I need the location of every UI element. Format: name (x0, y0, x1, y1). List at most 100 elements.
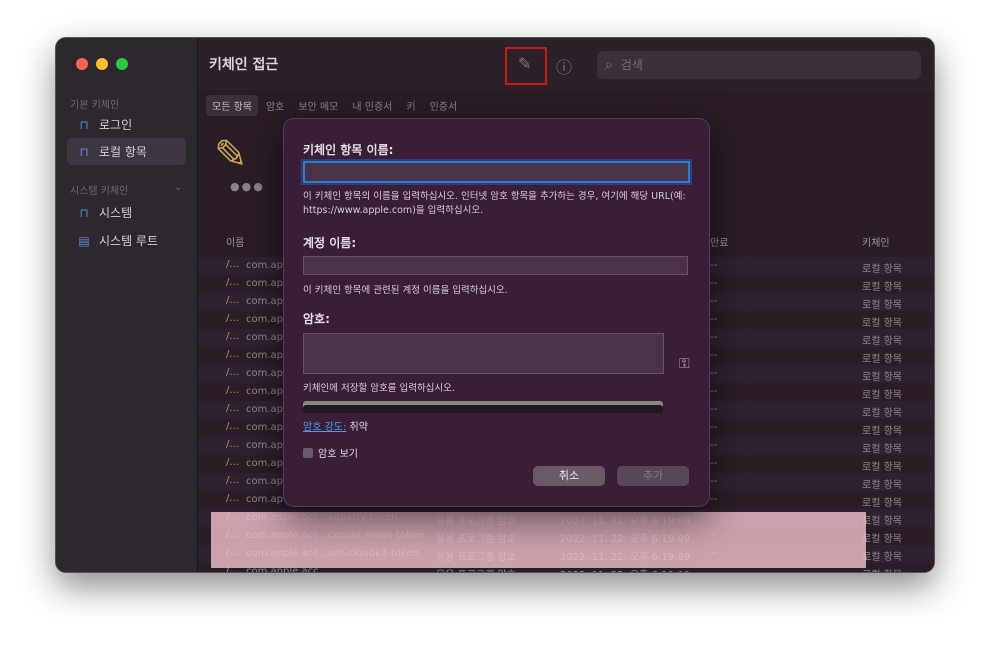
row-keychain: 로컬 항목 (862, 282, 902, 293)
tab-my-certificates[interactable]: 내 인증서 (346, 95, 398, 116)
row-keychain: 로컬 항목 (862, 264, 902, 275)
tab-passwords[interactable]: 암호 (260, 95, 290, 116)
row-expires: -- (710, 314, 718, 325)
row-expires: -- (710, 422, 718, 433)
row-name: com.ap (246, 422, 284, 433)
cabinet-icon: ▤ (78, 233, 90, 248)
item-name-help: 이 키체인 항목의 이름을 입력하십시오. 인터넷 암호 항목을 추가하는 경우… (303, 191, 686, 216)
category-tabs: 모든 항목 암호 보안 메모 내 인증서 키 인증서 (206, 95, 463, 116)
password-input[interactable] (304, 334, 663, 373)
column-keychain[interactable]: 키체인 (862, 234, 890, 249)
row-name: com.ap (246, 314, 284, 325)
column-expires[interactable]: 만료 (710, 234, 728, 249)
pencil-icon: /... (226, 331, 239, 342)
lock-open-icon: ⊓ (79, 144, 89, 159)
row-name: com.ap (246, 350, 284, 361)
chevron-down-icon[interactable]: ⌄ (174, 182, 182, 193)
account-input[interactable] (304, 259, 687, 277)
row-name: com.ap (246, 368, 284, 379)
row-name: com.ap (246, 440, 284, 451)
row-expires: -- (710, 494, 718, 505)
item-name-field[interactable] (303, 161, 690, 183)
row-name: com.ap (246, 404, 284, 415)
column-name[interactable]: 이름 (226, 234, 244, 249)
new-password-dialog: 키체인 항목 이름: 이 키체인 항목의 이름을 입력하십시오. 인터넷 암호 … (283, 118, 710, 507)
tab-all-items[interactable]: 모든 항목 (206, 95, 258, 116)
row-expires: -- (710, 332, 718, 343)
row-keychain: 로컬 항목 (862, 426, 902, 437)
row-keychain: 로컬 항목 (862, 318, 902, 329)
pencil-icon: /... (226, 403, 239, 414)
sidebar-item-label: 로컬 항목 (99, 145, 147, 159)
row-expires: -- (710, 296, 718, 307)
row-keychain: 로컬 항목 (862, 498, 902, 509)
sidebar-item-login[interactable]: ⊓ 로그인 (67, 111, 186, 138)
pencil-icon: /... (226, 349, 239, 360)
row-keychain: 로컬 항목 (862, 354, 902, 365)
row-expires: -- (710, 458, 718, 469)
checkbox-icon[interactable] (303, 447, 313, 458)
row-expires: -- (710, 350, 718, 361)
show-password-label: 암호 보기 (318, 449, 358, 460)
account-field[interactable] (303, 256, 688, 277)
row-name: com.ap (246, 260, 284, 271)
search-field[interactable]: ⌕ (597, 51, 921, 79)
sidebar-item-system-roots[interactable]: ▤ 시스템 루트 (67, 227, 186, 254)
pencil-icon: /... (226, 313, 239, 324)
toolbar: 키체인 접근 ✎ ⓘ ⌕ (198, 38, 934, 90)
pencil-icon: /... (226, 385, 239, 396)
sidebar-item-label: 시스템 루트 (99, 234, 159, 248)
password-strength: 암호 강도: 취약 (303, 418, 368, 433)
password-label: 암호: (303, 312, 330, 326)
sidebar-item-system[interactable]: ⊓ 시스템 (67, 199, 186, 226)
strength-value: 취약 (349, 422, 368, 433)
row-keychain: 로컬 항목 (862, 444, 902, 455)
zoom-button[interactable] (116, 58, 128, 70)
password-field[interactable] (303, 333, 664, 374)
sidebar-item-label: 로그인 (99, 118, 133, 132)
sidebar: 기본 키체인 ⊓ 로그인 ⊓ 로컬 항목 시스템 키체인 ⌄ ⊓ 시스템 ▤ 시… (56, 38, 198, 572)
tab-secure-notes[interactable]: 보안 메모 (292, 95, 344, 116)
row-keychain: 로컬 항목 (862, 390, 902, 401)
item-name-input[interactable] (305, 165, 688, 183)
row-keychain: 로컬 항목 (862, 408, 902, 419)
lock-icon: ⊓ (79, 205, 89, 220)
row-keychain: 로컬 항목 (862, 336, 902, 347)
selection-overlay (211, 512, 866, 568)
window-title: 키체인 접근 (209, 57, 279, 73)
sidebar-item-local-items[interactable]: ⊓ 로컬 항목 (67, 138, 186, 165)
pencil-icon: /... (226, 439, 239, 450)
row-name: com.ap (246, 476, 284, 487)
row-keychain: 로컬 항목 (862, 300, 902, 311)
add-button[interactable]: 추가 (617, 466, 689, 486)
strength-link[interactable]: 암호 강도: (303, 422, 346, 433)
row-keychain: 로컬 항목 (862, 552, 902, 563)
row-expires: -- (710, 368, 718, 379)
row-name: com.ap (246, 386, 284, 397)
row-keychain: 로컬 항목 (862, 566, 902, 572)
info-icon[interactable]: ⓘ (556, 54, 572, 78)
close-button[interactable] (76, 58, 88, 70)
tab-certificates[interactable]: 인증서 (424, 95, 464, 116)
minimize-button[interactable] (96, 58, 108, 70)
show-password-checkbox[interactable]: 암호 보기 (303, 445, 358, 460)
row-name: com.ap (246, 494, 284, 505)
row-keychain: 로컬 항목 (862, 462, 902, 473)
section-default-keychains: 기본 키체인 (70, 100, 120, 111)
row-expires: -- (710, 386, 718, 397)
search-input[interactable] (618, 57, 883, 73)
row-keychain: 로컬 항목 (862, 372, 902, 383)
cancel-button[interactable]: 취소 (533, 466, 605, 486)
row-name: com.ap (246, 458, 284, 469)
key-icon[interactable]: ⚿ (679, 356, 690, 372)
pencil-icon: /... (226, 259, 239, 270)
row-expires: -- (710, 476, 718, 487)
pencil-icon: /... (226, 475, 239, 486)
tab-keys[interactable]: 키 (400, 95, 421, 116)
row-keychain: 로컬 항목 (862, 534, 902, 545)
row-expires: -- (710, 260, 718, 271)
account-help: 이 키체인 항목에 관련된 계정 이름을 입력하십시오. (303, 285, 508, 296)
row-keychain: 로컬 항목 (862, 516, 902, 527)
pencil-icon: /... (226, 457, 239, 468)
password-strength-meter (303, 401, 663, 413)
